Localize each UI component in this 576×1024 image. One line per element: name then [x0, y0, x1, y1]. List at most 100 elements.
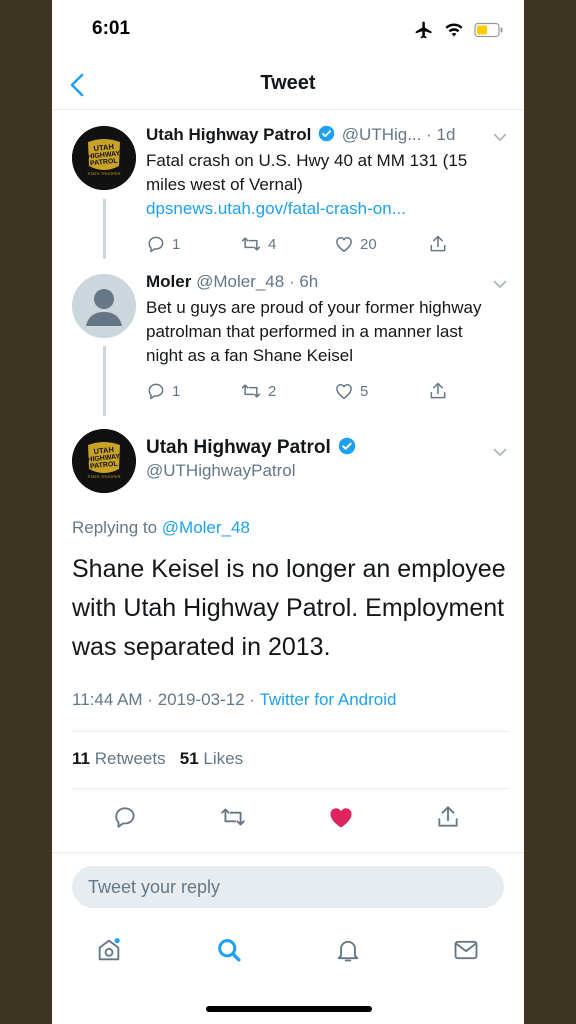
- messages-icon: [454, 940, 478, 960]
- likes-label: Likes: [203, 749, 244, 768]
- tweet-time: 11:44 AM: [72, 690, 143, 709]
- retweets-stat[interactable]: 11 Retweets: [72, 749, 166, 768]
- like-button[interactable]: 5: [334, 381, 368, 401]
- share-icon: [430, 235, 446, 252]
- tab-search[interactable]: [212, 933, 246, 967]
- uhp-badge-logo: UTAH HIGHWAY PATROL STATE TROOPER: [72, 126, 136, 190]
- retweet-button[interactable]: 4: [240, 234, 276, 254]
- tweet-stats: 11 Retweets 51 Likes: [72, 749, 243, 769]
- chevron-down-icon[interactable]: [492, 446, 508, 458]
- tweet-link[interactable]: dpsnews.utah.gov/fatal-crash-on...: [146, 199, 406, 218]
- reply-count: 1: [172, 382, 181, 400]
- tab-home[interactable]: [92, 933, 126, 967]
- author-handle[interactable]: @UTHighwayPatrol: [146, 461, 296, 481]
- avatar[interactable]: [72, 274, 136, 338]
- logo-text: STATE TROOPER: [87, 171, 120, 176]
- author-handle[interactable]: @Moler_48: [196, 272, 284, 291]
- likes-stat[interactable]: 51 Likes: [180, 749, 243, 768]
- tab-bar: [52, 925, 524, 975]
- tweet-source[interactable]: Twitter for Android: [259, 690, 396, 709]
- tweet-actions: 1 2 5: [146, 381, 516, 403]
- like-icon: [336, 384, 352, 399]
- reply-icon: [148, 236, 164, 253]
- tweet-time: · 6h: [288, 272, 319, 291]
- retweet-icon: [241, 384, 261, 398]
- chevron-down-icon[interactable]: [492, 278, 508, 290]
- replying-prefix: Replying to: [72, 518, 162, 537]
- main-tweet-text: Shane Keisel is no longer an employee wi…: [72, 555, 506, 661]
- avatar[interactable]: UTAH HIGHWAY PATROL STATE TROOPER: [72, 126, 136, 190]
- home-icon: [98, 938, 120, 961]
- home-indicator[interactable]: [206, 1006, 372, 1012]
- like-count: 5: [360, 382, 369, 400]
- tab-messages[interactable]: [449, 933, 483, 967]
- likes-count: 51: [179, 749, 199, 768]
- uhp-badge-logo: UTAH HIGHWAY PATROL STATE TROOPER: [72, 429, 136, 493]
- retweets-label: Retweets: [94, 749, 166, 768]
- tweet-body: Fatal crash on U.S. Hwy 40 at MM 131 (15…: [146, 151, 468, 194]
- status-time: 6:01: [92, 18, 131, 39]
- tweet-time: · 1d: [426, 125, 456, 144]
- retweet-count: 4: [268, 235, 277, 253]
- author-name[interactable]: Utah Highway Patrol: [146, 437, 331, 458]
- like-button[interactable]: 20: [334, 234, 377, 254]
- tweet-date: 2019-03-12: [157, 690, 245, 709]
- author-name[interactable]: Moler: [146, 272, 191, 291]
- tweet-text: Bet u guys are proud of your former high…: [146, 298, 482, 365]
- tweet-meta: 11:44 AM · 2019-03-12 · Twitter for Andr…: [72, 690, 397, 709]
- battery-icon: [474, 22, 503, 38]
- retweet-icon: [241, 237, 261, 251]
- tweet-header: Utah Highway Patrol @UTHig... · 1d: [146, 125, 455, 145]
- replying-to-link[interactable]: @Moler_48: [162, 518, 250, 537]
- reply-icon: [148, 383, 164, 400]
- tweet-text: Fatal crash on U.S. Hwy 40 at MM 131 (15…: [146, 149, 486, 221]
- reply-button[interactable]: 1: [146, 234, 180, 254]
- retweet-button[interactable]: [218, 802, 248, 832]
- retweet-icon: [221, 808, 245, 826]
- retweet-count: 2: [268, 382, 277, 400]
- author-handle[interactable]: @UTHig...: [342, 125, 422, 144]
- nav-bar: Tweet: [52, 60, 524, 110]
- reply-icon: [115, 807, 135, 828]
- retweets-count: 11: [72, 749, 90, 768]
- reply-count: 1: [172, 235, 181, 253]
- tweet-header: Moler @Moler_48 · 6h: [146, 272, 318, 292]
- status-bar: 6:01: [52, 0, 524, 60]
- divider: [52, 852, 524, 853]
- main-tweet-actions: [52, 800, 524, 834]
- share-button[interactable]: [428, 381, 448, 401]
- phone-screen: 6:01 Tweet UTAH HIGHWAY PATROL STATE TRO…: [52, 0, 524, 1024]
- avatar[interactable]: UTAH HIGHWAY PATROL STATE TROOPER: [72, 429, 136, 493]
- airplane-icon: [415, 21, 432, 39]
- tab-notifications[interactable]: [331, 933, 365, 967]
- share-icon: [430, 382, 446, 399]
- notifications-icon: [337, 940, 359, 962]
- status-icons: [414, 20, 504, 40]
- share-button[interactable]: [433, 802, 463, 832]
- reply-button[interactable]: [110, 802, 140, 832]
- reply-composer: [72, 866, 504, 908]
- thread-line: [103, 346, 106, 416]
- like-icon: [336, 237, 352, 252]
- retweet-button[interactable]: 2: [240, 381, 276, 401]
- reply-input[interactable]: [72, 866, 504, 908]
- like-button[interactable]: [326, 802, 356, 832]
- reply-button[interactable]: 1: [146, 381, 180, 401]
- search-icon: [218, 939, 241, 962]
- divider: [72, 788, 508, 789]
- page-title: Tweet: [260, 72, 316, 94]
- thread-line: [103, 199, 106, 259]
- divider: [72, 731, 508, 732]
- share-icon: [438, 806, 458, 827]
- verified-icon: [318, 125, 335, 142]
- verified-icon: [338, 437, 356, 455]
- author-name[interactable]: Utah Highway Patrol: [146, 125, 311, 144]
- like-icon: [330, 808, 352, 828]
- main-author-row: Utah Highway Patrol: [146, 437, 358, 459]
- like-count: 20: [360, 235, 377, 253]
- logo-text: STATE TROOPER: [87, 474, 120, 479]
- wifi-icon: [445, 23, 463, 37]
- default-avatar-icon: [72, 274, 136, 338]
- share-button[interactable]: [428, 234, 448, 254]
- chevron-down-icon[interactable]: [492, 131, 508, 143]
